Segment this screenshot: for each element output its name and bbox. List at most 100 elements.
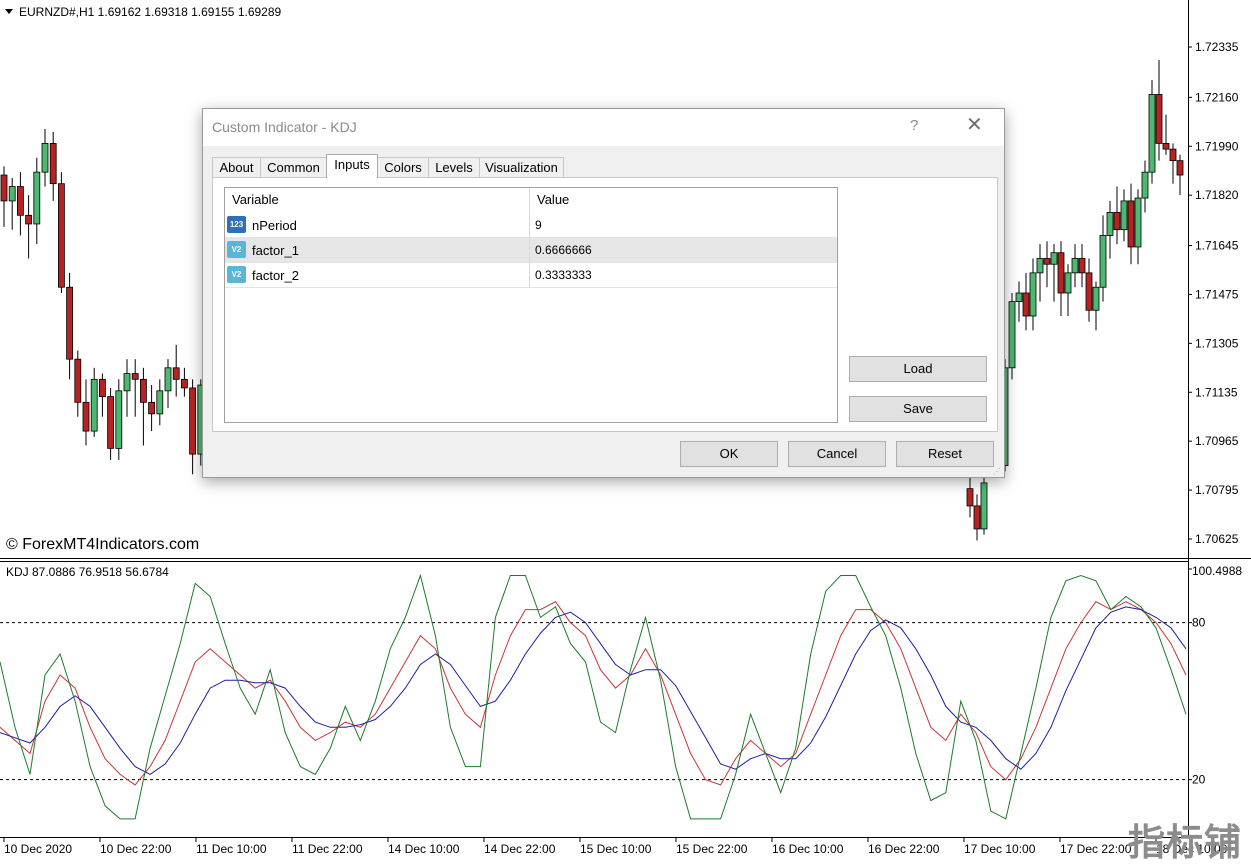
bear-candle: [25, 214, 33, 225]
header-value[interactable]: Value: [537, 192, 569, 207]
bear-candle: [1155, 94, 1163, 144]
bull-candle: [90, 378, 98, 432]
bull-candle: [1120, 200, 1128, 231]
tab-colors[interactable]: Colors: [377, 157, 429, 177]
input-row-factor-2[interactable]: V2 factor_2 0.3333333: [225, 263, 837, 288]
bull-candle: [1050, 252, 1058, 265]
bear-candle: [966, 488, 974, 507]
candles-left-group: [0, 129, 205, 475]
bull-candle: [1141, 171, 1149, 199]
bear-candle: [131, 373, 139, 380]
time-label: 10 Dec 2020: [4, 842, 72, 856]
input-row-factor-1[interactable]: V2 factor_1 0.6666666: [225, 238, 837, 263]
input-value[interactable]: 0.3333333: [535, 268, 592, 282]
time-label: 14 Dec 10:00: [388, 842, 460, 856]
copyright-label: © ForexMT4Indicators.com: [6, 536, 200, 553]
time-label: 10 Dec 22:00: [100, 842, 172, 856]
time-label: 16 Dec 10:00: [772, 842, 844, 856]
kdj-axis-group: 100.4988 80 20: [1188, 564, 1242, 787]
kdj-lines-group: [0, 573, 1187, 820]
bull-candle: [164, 367, 172, 392]
kdj-indicator-pane[interactable]: 100.4988 80 20 KDJ 87.0886 76.9518 56.6784: [0, 564, 1242, 820]
kdj-line-j: [0, 573, 1187, 820]
time-label: 11 Dec 10:00: [196, 842, 267, 856]
bear-candle: [82, 401, 90, 432]
bear-candle: [1057, 252, 1065, 294]
kdj-header: KDJ 87.0886 76.9518 56.6784: [6, 565, 169, 579]
inputs-grid[interactable]: Variable Value 123 nPeriod 9 V2 factor_1…: [224, 187, 838, 423]
bear-candle: [1127, 200, 1135, 248]
price-label: 1.71135: [1195, 385, 1238, 399]
reset-button[interactable]: Reset: [896, 441, 994, 467]
bull-candle: [156, 390, 164, 415]
bull-candle: [1029, 272, 1037, 317]
bull-candle: [123, 373, 131, 392]
price-label: 1.70795: [1195, 483, 1239, 497]
bull-candle: [8, 186, 16, 202]
bull-candle: [1148, 94, 1156, 173]
custom-indicator-dialog[interactable]: Custom Indicator - KDJ ? ✕ About Common …: [202, 108, 1005, 478]
cancel-button[interactable]: Cancel: [788, 441, 886, 467]
input-value[interactable]: 9: [535, 218, 542, 232]
input-value[interactable]: 0.6666666: [535, 243, 592, 257]
tab-about[interactable]: About: [212, 157, 261, 177]
help-icon[interactable]: ?: [910, 117, 918, 134]
time-label: 11 Dec 22:00: [292, 842, 363, 856]
bear-candle: [1085, 272, 1093, 311]
time-label: 15 Dec 10:00: [580, 842, 652, 856]
bear-candle: [74, 358, 82, 403]
bear-candle: [973, 505, 981, 530]
load-button[interactable]: Load: [849, 356, 987, 382]
kdj-axis-label: 80: [1192, 616, 1206, 630]
time-label: 17 Dec 10:00: [964, 842, 1036, 856]
bull-candle: [1036, 258, 1044, 274]
bear-candle: [16, 186, 24, 216]
bear-candle: [1022, 292, 1030, 317]
ok-button[interactable]: OK: [680, 441, 778, 467]
bull-candle: [1099, 235, 1107, 288]
save-button[interactable]: Save: [849, 396, 987, 422]
input-variable-name: nPeriod: [252, 218, 297, 233]
bull-candle: [1008, 301, 1016, 369]
dialog-titlebar[interactable]: Custom Indicator - KDJ ? ✕: [203, 109, 1004, 146]
price-label: 1.71990: [1195, 139, 1239, 153]
bear-candle: [99, 378, 106, 397]
bear-candle: [172, 367, 180, 380]
bear-candle: [1169, 148, 1177, 162]
tab-visualization[interactable]: Visualization: [479, 157, 564, 177]
tab-common[interactable]: Common: [260, 157, 327, 177]
bear-candle: [58, 183, 65, 288]
tab-inputs[interactable]: Inputs: [326, 154, 378, 178]
resize-grip-icon[interactable]: ⋰: [993, 467, 1001, 476]
dropdown-arrow-icon[interactable]: [5, 9, 13, 14]
bear-candle: [139, 378, 147, 403]
input-variable-name: factor_1: [252, 243, 299, 258]
price-label: 1.71645: [1195, 239, 1239, 253]
price-label: 1.70625: [1195, 532, 1239, 546]
double-type-icon: V2: [227, 266, 246, 283]
double-type-icon: V2: [227, 241, 246, 258]
bull-candle: [41, 142, 49, 173]
bull-candle: [1092, 286, 1100, 311]
time-label: 16 Dec 22:00: [868, 842, 940, 856]
close-icon[interactable]: ✕: [966, 115, 983, 135]
price-label: 1.72160: [1195, 90, 1239, 104]
integer-type-icon: 123: [227, 216, 246, 233]
price-label: 1.70965: [1195, 434, 1239, 448]
tab-levels[interactable]: Levels: [428, 157, 480, 177]
header-variable[interactable]: Variable: [232, 192, 279, 207]
bear-candle: [189, 387, 197, 455]
watermark: 指标铺: [1128, 822, 1242, 863]
input-row-nperiod[interactable]: 123 nPeriod 9: [225, 213, 837, 238]
bear-candle: [0, 174, 8, 202]
kdj-axis-label: 100.4988: [1192, 564, 1242, 578]
bull-candle: [1064, 272, 1072, 294]
inputs-tab-panel: Variable Value 123 nPeriod 9 V2 factor_1…: [212, 177, 998, 432]
main-chart-header: EURNZD#,H1 1.69162 1.69318 1.69155 1.692…: [19, 5, 282, 19]
bull-candle: [115, 390, 123, 449]
time-label: 15 Dec 22:00: [676, 842, 748, 856]
bull-candle: [1015, 292, 1023, 303]
bear-candle: [107, 396, 114, 449]
bear-candle: [1078, 258, 1086, 274]
bear-candle: [148, 401, 156, 415]
